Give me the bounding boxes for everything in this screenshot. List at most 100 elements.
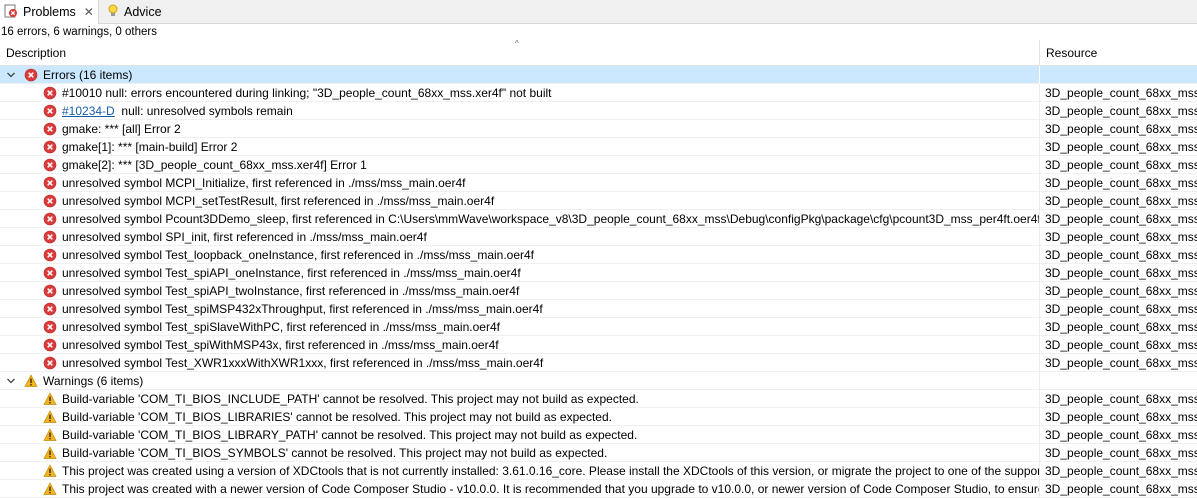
table-row[interactable]: unresolved symbol MCPI_Initialize, first… [0, 174, 1197, 192]
problem-text: This project was created using a version… [62, 464, 1039, 478]
close-icon[interactable]: ✕ [84, 5, 94, 19]
problem-text: This project was created with a newer ve… [62, 482, 1039, 496]
view-tab-bar: Problems ✕ Advice [0, 0, 1197, 24]
error-icon [43, 248, 57, 264]
table-row[interactable]: unresolved symbol Test_XWR1xxxWithXWR1xx… [0, 354, 1197, 372]
problem-text: #10010 null: errors encountered during l… [62, 86, 552, 100]
warning-icon [43, 392, 57, 408]
problem-description: #10234-D null: unresolved symbols remain [62, 102, 293, 120]
problems-summary: 16 errors, 6 warnings, 0 others [1, 26, 157, 38]
problem-description: gmake: *** [all] Error 2 [62, 120, 181, 138]
problem-description: unresolved symbol MCPI_Initialize, first… [62, 174, 465, 192]
problem-resource: 3D_people_count_68xx_mss [1045, 158, 1197, 172]
table-row[interactable]: unresolved symbol Test_spiSlaveWithPC, f… [0, 318, 1197, 336]
table-row[interactable]: Build-variable 'COM_TI_BIOS_LIBRARIES' c… [0, 408, 1197, 426]
chevron-down-icon[interactable] [6, 375, 16, 385]
problem-resource: 3D_people_count_68xx_mss [1045, 86, 1197, 100]
problem-resource: 3D_people_count_68xx_mss [1045, 482, 1197, 496]
problem-description: This project was created with a newer ve… [62, 480, 1039, 498]
sort-indicator-icon: ^ [515, 39, 519, 48]
table-row[interactable]: unresolved symbol Test_spiMSP432xThrough… [0, 300, 1197, 318]
error-icon [43, 86, 57, 102]
tab-advice[interactable]: Advice [103, 0, 173, 24]
problem-description: unresolved symbol Test_loopback_oneInsta… [62, 246, 534, 264]
warning-icon [43, 410, 57, 426]
problems-tree: Errors (16 items) #10010 null: errors en… [0, 66, 1197, 498]
problem-resource: 3D_people_count_68xx_mss [1045, 230, 1197, 244]
problem-resource: 3D_people_count_68xx_mss [1045, 248, 1197, 262]
problem-description: gmake[2]: *** [3D_people_count_68xx_mss.… [62, 156, 367, 174]
problem-resource: 3D_people_count_68xx_mss [1045, 140, 1197, 154]
problem-resource: 3D_people_count_68xx_mss [1045, 284, 1197, 298]
problem-text: null: unresolved symbols remain [121, 104, 293, 118]
problem-resource: 3D_people_count_68xx_mss [1045, 266, 1197, 280]
problem-description: This project was created using a version… [62, 462, 1039, 480]
table-row[interactable]: gmake[2]: *** [3D_people_count_68xx_mss.… [0, 156, 1197, 174]
table-row[interactable]: Build-variable 'COM_TI_BIOS_LIBRARY_PATH… [0, 426, 1197, 444]
problem-description: unresolved symbol Test_spiAPI_twoInstanc… [62, 282, 519, 300]
tab-problems[interactable]: Problems ✕ [0, 0, 99, 24]
problem-resource: 3D_people_count_68xx_mss [1045, 176, 1197, 190]
problem-text: Build-variable 'COM_TI_BIOS_INCLUDE_PATH… [62, 392, 639, 406]
table-row[interactable]: unresolved symbol Pcount3DDemo_sleep, fi… [0, 210, 1197, 228]
error-icon [43, 338, 57, 354]
error-icon [43, 212, 57, 228]
table-row[interactable]: unresolved symbol Test_spiAPI_twoInstanc… [0, 282, 1197, 300]
table-row[interactable]: Build-variable 'COM_TI_BIOS_INCLUDE_PATH… [0, 390, 1197, 408]
problem-description: unresolved symbol Test_spiMSP432xThrough… [62, 300, 543, 318]
problem-resource: 3D_people_count_68xx_mss [1045, 104, 1197, 118]
error-icon [43, 122, 57, 138]
group-row-errors[interactable]: Errors (16 items) [0, 66, 1197, 84]
problem-text: gmake: *** [all] Error 2 [62, 122, 181, 136]
problem-resource: 3D_people_count_68xx_mss [1045, 212, 1197, 226]
problem-description: Build-variable 'COM_TI_BIOS_LIBRARY_PATH… [62, 426, 637, 444]
table-row[interactable]: unresolved symbol Test_spiAPI_oneInstanc… [0, 264, 1197, 282]
problem-resource: 3D_people_count_68xx_mss [1045, 122, 1197, 136]
problem-description: unresolved symbol SPI_init, first refere… [62, 228, 427, 246]
table-header: ^ Description Resource [0, 39, 1197, 66]
table-row[interactable]: unresolved symbol Test_loopback_oneInsta… [0, 246, 1197, 264]
table-row[interactable]: unresolved symbol Test_spiWithMSP43x, fi… [0, 336, 1197, 354]
error-icon [43, 194, 57, 210]
problem-resource: 3D_people_count_68xx_mss [1045, 446, 1197, 460]
problem-description: unresolved symbol Test_spiAPI_oneInstanc… [62, 264, 521, 282]
table-row[interactable]: #10010 null: errors encountered during l… [0, 84, 1197, 102]
warning-icon [43, 446, 57, 462]
table-row[interactable]: This project was created with a newer ve… [0, 480, 1197, 498]
warning-icon [43, 482, 57, 498]
problem-text: unresolved symbol MCPI_Initialize, first… [62, 176, 466, 190]
error-icon [43, 266, 57, 282]
table-row[interactable]: Build-variable 'COM_TI_BIOS_SYMBOLS' can… [0, 444, 1197, 462]
problems-icon [4, 4, 18, 21]
problem-code-link[interactable]: #10234-D [62, 104, 115, 118]
table-row[interactable]: This project was created using a version… [0, 462, 1197, 480]
column-header-description[interactable]: Description [6, 40, 66, 65]
problem-text: unresolved symbol SPI_init, first refere… [62, 230, 427, 244]
warning-icon [43, 428, 57, 444]
problem-description: #10010 null: errors encountered during l… [62, 84, 552, 102]
table-row[interactable]: #10234-D null: unresolved symbols remain… [0, 102, 1197, 120]
table-row[interactable]: unresolved symbol MCPI_setTestResult, fi… [0, 192, 1197, 210]
error-icon [43, 158, 57, 174]
group-row-warnings[interactable]: Warnings (6 items) [0, 372, 1197, 390]
tab-advice-label: Advice [124, 5, 162, 19]
table-row[interactable]: unresolved symbol SPI_init, first refere… [0, 228, 1197, 246]
problem-resource: 3D_people_count_68xx_mss [1045, 410, 1197, 424]
problem-description: Build-variable 'COM_TI_BIOS_INCLUDE_PATH… [62, 390, 639, 408]
problem-text: gmake[1]: *** [main-build] Error 2 [62, 140, 238, 154]
problem-resource: 3D_people_count_68xx_mss [1045, 194, 1197, 208]
error-icon [43, 104, 57, 120]
error-icon [43, 356, 57, 372]
problem-description: unresolved symbol Test_spiSlaveWithPC, f… [62, 318, 500, 336]
error-icon [43, 284, 57, 300]
error-icon [24, 68, 38, 84]
table-row[interactable]: gmake: *** [all] Error 2 3D_people_count… [0, 120, 1197, 138]
column-header-resource[interactable]: Resource [1046, 40, 1097, 65]
problem-text: unresolved symbol Test_spiAPI_twoInstanc… [62, 284, 520, 298]
problem-description: gmake[1]: *** [main-build] Error 2 [62, 138, 237, 156]
chevron-down-icon[interactable] [6, 69, 16, 79]
column-divider[interactable] [1039, 40, 1040, 65]
tab-problems-label: Problems [23, 5, 76, 19]
table-row[interactable]: gmake[1]: *** [main-build] Error 2 3D_pe… [0, 138, 1197, 156]
error-icon [43, 230, 57, 246]
